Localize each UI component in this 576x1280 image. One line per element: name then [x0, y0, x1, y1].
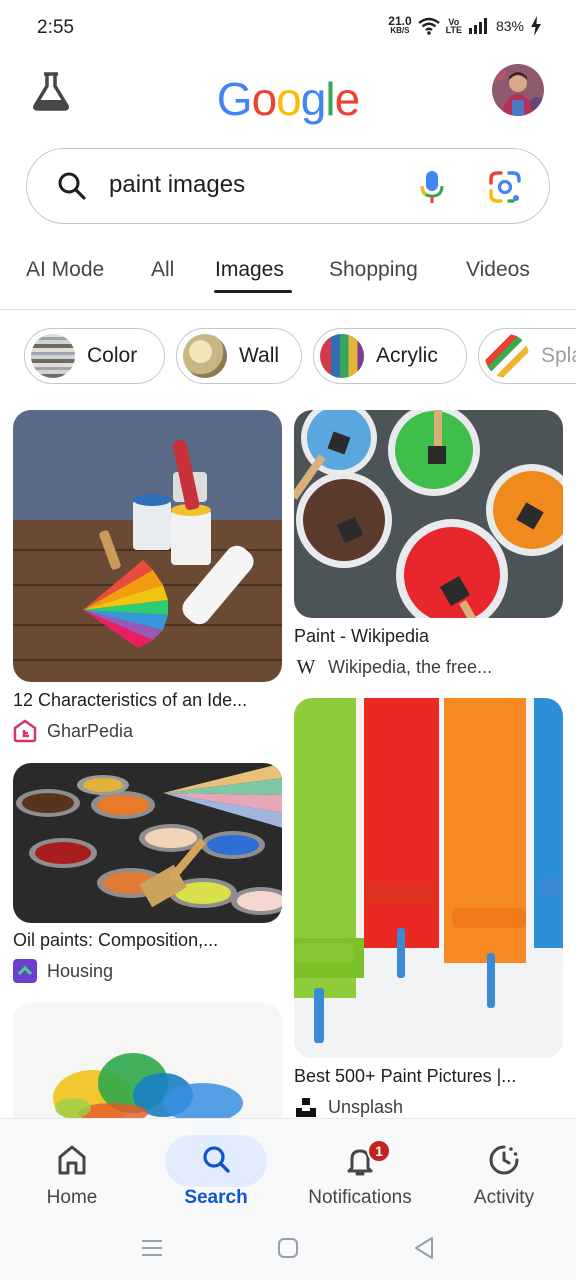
nav-label: Activity	[473, 1187, 535, 1208]
result-source[interactable]: GharPedia	[13, 719, 133, 743]
status-bar: 2:55 21.0 KB/S Vo LTE 83%	[0, 0, 576, 56]
chip-label: Acrylic	[376, 344, 438, 367]
chip-label: Wall	[239, 344, 280, 367]
volte-bottom: LTE	[445, 25, 462, 35]
home-icon	[58, 1145, 86, 1175]
search-icon	[203, 1146, 230, 1173]
result-source[interactable]: Unsplash	[294, 1095, 403, 1119]
nav-home[interactable]: Home	[0, 1129, 144, 1219]
nav-label: Notifications	[308, 1187, 412, 1208]
chip-color-thumbnail	[31, 334, 75, 378]
unsplash-logo-icon	[294, 1095, 318, 1119]
result-source-name: Unsplash	[328, 1096, 404, 1117]
chip-color[interactable]: Color	[24, 328, 165, 384]
google-logo-letter: o	[276, 73, 302, 125]
chip-label: Spla	[541, 344, 576, 367]
tab-ai-mode[interactable]: AI Mode	[26, 258, 104, 282]
battery-percent: 83%	[495, 18, 524, 34]
signal-icon	[468, 18, 487, 34]
google-logo: Google	[0, 72, 576, 126]
home-button-icon[interactable]	[274, 1234, 302, 1262]
wifi-icon	[417, 17, 440, 35]
google-logo-letter: o	[251, 73, 278, 125]
account-avatar[interactable]	[492, 64, 544, 116]
nav-notifications[interactable]: 1 Notifications	[288, 1129, 432, 1219]
housing-logo-icon	[13, 959, 37, 983]
tab-all[interactable]: All	[151, 258, 174, 282]
result-source-name: GharPedia	[47, 720, 134, 741]
charging-icon	[531, 16, 541, 36]
nav-label: Home	[46, 1187, 98, 1208]
result-image-unsplash[interactable]	[294, 698, 563, 1058]
volte-indicator: Vo LTE	[445, 18, 462, 35]
result-image-wikipedia[interactable]	[294, 410, 563, 618]
result-title[interactable]: Paint - Wikipedia	[294, 626, 429, 647]
search-input[interactable]	[109, 171, 399, 199]
google-logo-letter: g	[300, 73, 327, 125]
google-logo-letter: G	[216, 73, 253, 125]
search-icon	[58, 172, 86, 200]
result-image-gharpedia[interactable]	[13, 410, 282, 682]
recent-apps-icon[interactable]	[138, 1234, 166, 1262]
result-source-name: Wikipedia, the free...	[328, 656, 493, 677]
result-title[interactable]: 12 Characteristics of an Ide...	[13, 690, 247, 711]
chip-wall-thumbnail	[183, 334, 227, 378]
google-logo-letter: e	[334, 73, 361, 125]
result-source-name: Housing	[47, 960, 114, 981]
result-title[interactable]: Oil paints: Composition,...	[13, 930, 218, 951]
search-tabs: AI Mode All Images Shopping Videos	[0, 252, 576, 310]
result-image-powder-splash[interactable]	[13, 1003, 282, 1118]
gharpedia-logo-icon	[13, 719, 37, 743]
chip-wall[interactable]: Wall	[176, 328, 302, 384]
tab-images[interactable]: Images	[215, 258, 284, 282]
back-button-icon[interactable]	[410, 1234, 438, 1262]
activity-history-icon	[489, 1145, 519, 1175]
nav-activity[interactable]: Activity	[432, 1129, 576, 1219]
microphone-icon[interactable]	[417, 169, 447, 205]
status-indicators: 21.0 KB/S Vo LTE 83%	[388, 14, 542, 36]
result-title[interactable]: Best 500+ Paint Pictures |...	[294, 1066, 516, 1087]
google-logo-letter: l	[325, 73, 335, 125]
active-tab-indicator	[214, 290, 292, 293]
tab-shopping[interactable]: Shopping	[329, 258, 418, 282]
notification-badge: 1	[367, 1139, 391, 1163]
status-time: 2:55	[37, 17, 74, 38]
result-source[interactable]: W Wikipedia, the free...	[294, 655, 493, 679]
chip-label: Color	[87, 344, 138, 367]
chip-splash-thumbnail	[485, 334, 529, 378]
bottom-navigation: Home Search 1 Notifications Activity	[0, 1118, 576, 1218]
wikipedia-logo-icon: W	[296, 655, 316, 678]
network-speed-value: 21.0	[388, 14, 412, 28]
chip-acrylic[interactable]: Acrylic	[313, 328, 467, 384]
system-navigation-bar	[0, 1218, 576, 1280]
nav-label: Search	[184, 1187, 248, 1208]
network-speed-unit: KB/S	[390, 26, 410, 35]
chip-splash[interactable]: Spla	[478, 328, 576, 384]
nav-search[interactable]: Search	[144, 1129, 288, 1219]
network-speed: 21.0 KB/S	[388, 14, 412, 35]
refinement-chips: Color Wall Acrylic Spla	[0, 326, 576, 388]
result-source[interactable]: Housing	[13, 959, 113, 983]
chip-acrylic-thumbnail	[320, 334, 364, 378]
search-box[interactable]	[26, 148, 550, 224]
google-lens-icon[interactable]	[487, 169, 523, 205]
tab-videos[interactable]: Videos	[466, 258, 530, 282]
result-image-housing[interactable]	[13, 763, 282, 923]
